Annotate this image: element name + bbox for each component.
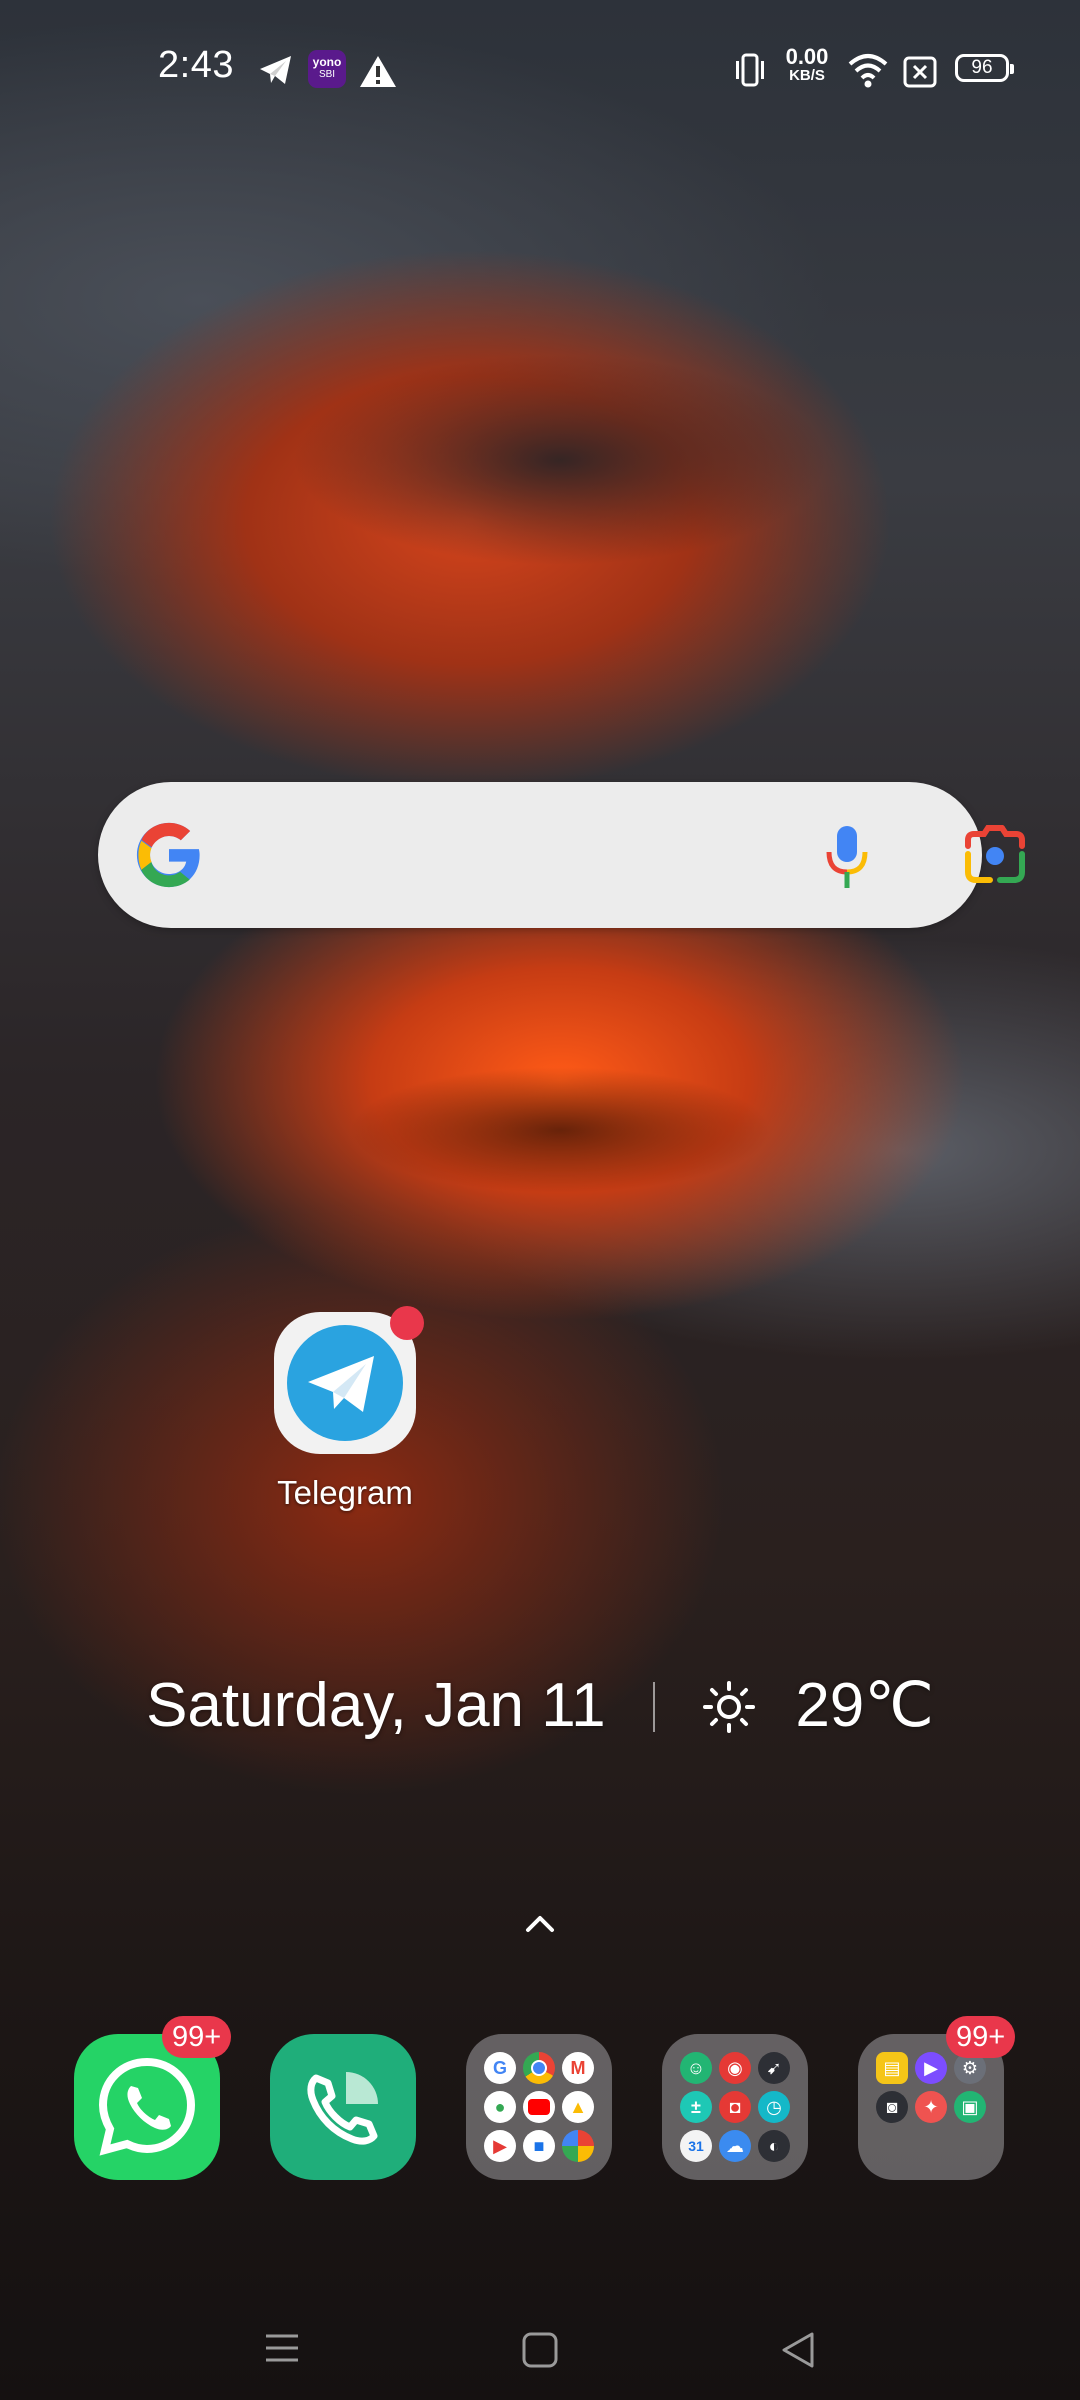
home-button[interactable] <box>520 2330 560 2370</box>
youtube-icon <box>523 2091 555 2123</box>
divider <box>652 1682 655 1732</box>
notes-icon: ▤ <box>876 2052 908 2084</box>
chrome-icon <box>523 2052 555 2084</box>
dock-whatsapp[interactable]: 99+ <box>74 2016 232 2180</box>
date-text: Saturday, Jan 11 <box>146 1671 606 1740</box>
google-logo-icon <box>136 822 200 888</box>
app-label-telegram: Telegram <box>277 1474 413 1511</box>
status-bar: 2:43 yono SBI 0.00 KB/S 96 <box>0 0 1080 136</box>
battery-icon: 96 <box>955 54 1014 82</box>
recorder-icon: ◉ <box>719 2052 751 2084</box>
whatsapp-unread-badge: 99+ <box>162 2016 232 2058</box>
home-screen: 2:43 yono SBI 0.00 KB/S 96 Telegram Satu… <box>0 0 1080 2400</box>
video-icon: ▶ <box>915 2052 947 2084</box>
maps-icon: ● <box>484 2091 516 2123</box>
messages-icon: ▣ <box>954 2091 986 2123</box>
phone-icon <box>307 2072 378 2145</box>
app-telegram[interactable]: Telegram <box>245 1306 445 1512</box>
chevron-up-icon[interactable] <box>520 1910 560 1936</box>
menu-button[interactable] <box>262 2330 302 2366</box>
net-speed-value: 0.00 <box>785 44 829 69</box>
contacts-icon: ☺ <box>680 2052 712 2084</box>
telegram-icon <box>260 56 291 84</box>
folder-unread-badge: 99+ <box>946 2016 1016 2058</box>
play-store-icon: ▶ <box>484 2130 516 2162</box>
warning-icon <box>360 56 396 87</box>
dock-folder-misc[interactable]: ▤ ▶ ⚙ ◙ ✦ ▣ 99+ <box>858 2016 1016 2180</box>
network-speed: 0.00 KB/S <box>776 44 838 84</box>
camera-icon: ◘ <box>719 2091 751 2123</box>
photos-icon <box>562 2130 594 2162</box>
telegram-app-icon <box>274 1306 424 1454</box>
temperature-text: 29℃ <box>795 1671 934 1740</box>
notification-dot <box>390 1306 424 1340</box>
weather-icon: ☁ <box>719 2130 751 2162</box>
yono-sbi-icon: yono SBI <box>308 50 346 88</box>
phone-app-icon <box>270 2034 416 2180</box>
sbi-text: SBI <box>318 69 336 80</box>
yono-text: yono <box>312 55 342 69</box>
date-weather-widget[interactable]: Saturday, Jan 11 29℃ <box>0 1668 1080 1741</box>
no-sim-icon <box>903 56 937 88</box>
compass-icon: ➹ <box>758 2052 790 2084</box>
gmail-icon: M <box>562 2052 594 2084</box>
back-button[interactable] <box>778 2330 818 2370</box>
google-search-bar[interactable] <box>98 782 1025 928</box>
drive-icon: ▲ <box>562 2091 594 2123</box>
google-lens-icon[interactable] <box>964 824 1026 884</box>
status-time: 2:43 <box>158 44 234 86</box>
browser-icon: ◐ <box>758 2130 790 2162</box>
net-speed-unit: KB/S <box>789 67 825 84</box>
dock-folder-google-apps[interactable]: G M ● ▲ ▶ ■ <box>466 2034 612 2180</box>
microphone-icon[interactable] <box>824 824 870 890</box>
calculator-icon: ± <box>680 2091 712 2123</box>
wifi-icon <box>848 54 888 88</box>
sun-icon <box>703 1681 756 1733</box>
google-app-icon: G <box>484 2052 516 2084</box>
clock-icon: ◷ <box>758 2091 790 2123</box>
navigation-bar <box>0 2290 1080 2400</box>
dock-phone[interactable] <box>270 2034 416 2180</box>
cleaner-icon: ✦ <box>915 2091 947 2123</box>
vibrate-icon <box>736 53 764 87</box>
meet-icon: ■ <box>523 2130 555 2162</box>
screen-recorder-icon: ◙ <box>876 2091 908 2123</box>
dock-folder-tools[interactable]: ☺ ◉ ➹ ± ◘ ◷ 31 ☁ ◐ <box>662 2034 808 2180</box>
calendar-icon: 31 <box>680 2130 712 2162</box>
